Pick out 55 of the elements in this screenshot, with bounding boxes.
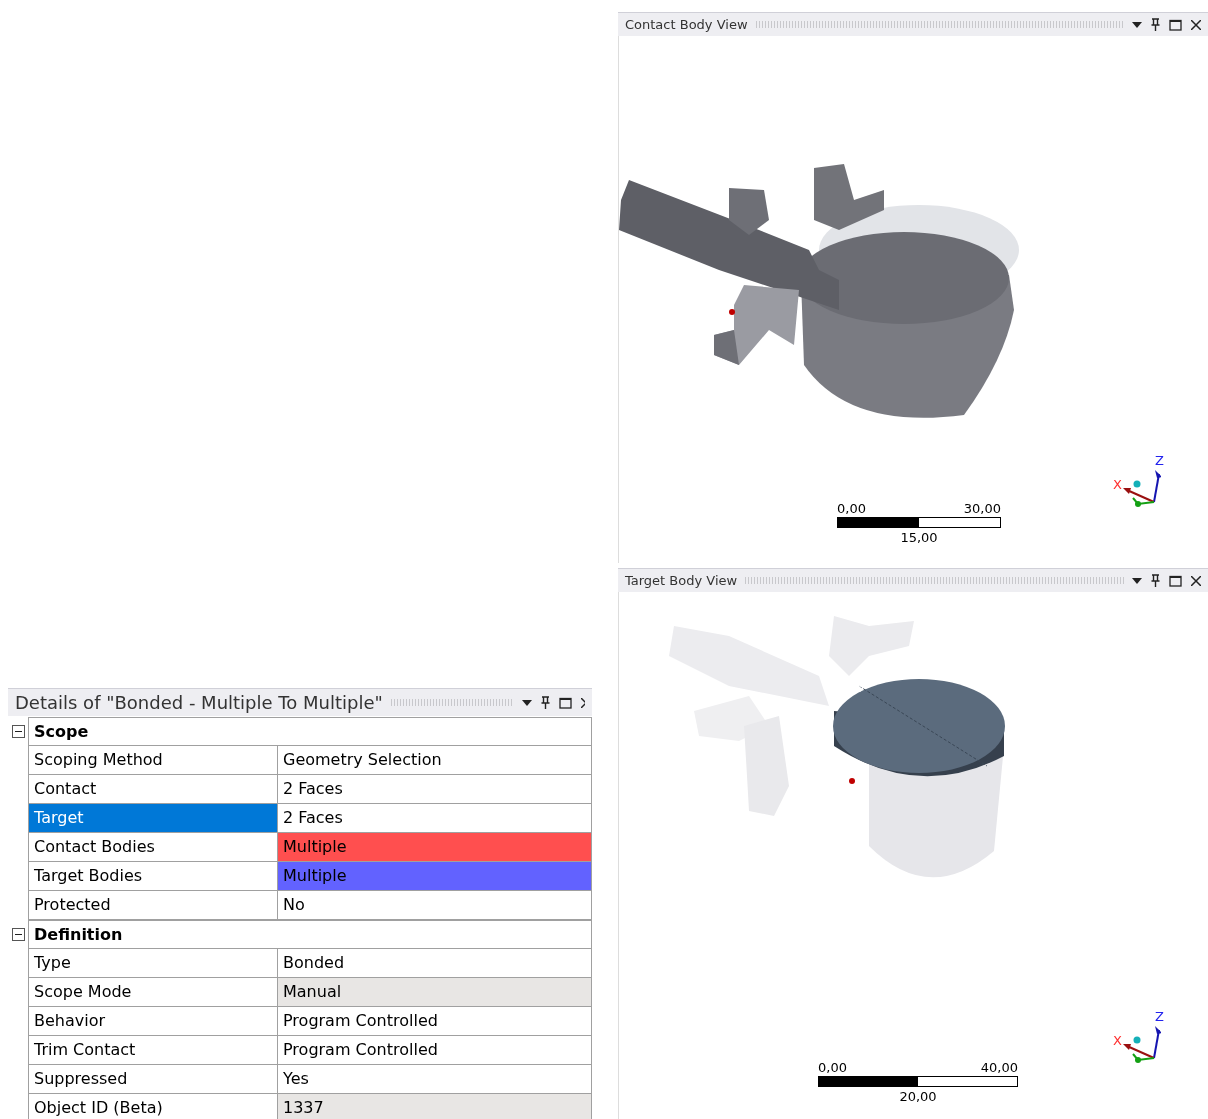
property-value[interactable]: 1337 <box>278 1094 592 1119</box>
property-value[interactable]: 2 Faces <box>278 804 592 833</box>
section-header[interactable]: Definition <box>28 920 592 949</box>
axis-label: Z <box>1155 1010 1164 1023</box>
panel-title: Details of "Bonded - Multiple To Multiple" <box>15 691 383 715</box>
property-value[interactable]: Yes <box>278 1065 592 1094</box>
dropdown-icon[interactable] <box>1132 577 1142 584</box>
collapse-toggle[interactable] <box>11 928 25 941</box>
close-icon[interactable] <box>1191 575 1201 586</box>
property-value[interactable]: Program Controlled <box>278 1007 592 1036</box>
property-name[interactable]: Scoping Method <box>28 746 278 775</box>
property-name[interactable]: Object ID (Beta) <box>28 1094 278 1119</box>
section-header[interactable]: Scope <box>28 717 592 746</box>
pin-icon[interactable] <box>1151 574 1160 587</box>
property-name[interactable]: Target <box>28 804 278 833</box>
panel-title: Contact Body View <box>625 15 748 34</box>
property-name[interactable]: Trim Contact <box>28 1036 278 1065</box>
maximize-icon[interactable] <box>1169 574 1182 587</box>
property-name[interactable]: Protected <box>28 891 278 920</box>
axis-label: X <box>1113 478 1122 491</box>
scale-label: 20,00 <box>899 1090 937 1103</box>
pin-icon[interactable] <box>1151 18 1160 31</box>
collapse-toggle[interactable] <box>11 725 25 738</box>
maximize-icon[interactable] <box>1169 18 1182 31</box>
panel-title: Target Body View <box>625 571 738 590</box>
property-value[interactable]: No <box>278 891 592 920</box>
property-name[interactable]: Target Bodies <box>28 862 278 891</box>
maximize-icon[interactable] <box>559 696 572 709</box>
property-name[interactable]: Scope Mode <box>28 978 278 1007</box>
property-name[interactable]: Suppressed <box>28 1065 278 1094</box>
axis-triad-drawing <box>1121 468 1161 508</box>
property-value[interactable]: Program Controlled <box>278 1036 592 1065</box>
property-name[interactable]: Contact Bodies <box>28 833 278 862</box>
property-name[interactable]: Behavior <box>28 1007 278 1036</box>
property-value[interactable]: Multiple <box>278 862 592 891</box>
scale-label: 15,00 <box>900 531 938 544</box>
close-icon[interactable] <box>581 697 585 708</box>
scale-label: 40,00 <box>980 1061 1018 1074</box>
scale-label: 30,00 <box>963 502 1001 515</box>
axis-label: X <box>1113 1034 1122 1047</box>
property-name[interactable]: Type <box>28 949 278 978</box>
axis-triad-drawing <box>1121 1024 1161 1064</box>
property-value[interactable]: Geometry Selection <box>278 746 592 775</box>
property-value[interactable]: Bonded <box>278 949 592 978</box>
property-name[interactable]: Contact <box>28 775 278 804</box>
property-value[interactable]: 2 Faces <box>278 775 592 804</box>
dropdown-icon[interactable] <box>522 699 532 706</box>
property-value[interactable]: Manual <box>278 978 592 1007</box>
axis-label: Z <box>1155 454 1164 467</box>
scale-label: 0,00 <box>837 502 866 515</box>
pin-icon[interactable] <box>541 696 550 709</box>
scale-label: 0,00 <box>818 1061 847 1074</box>
close-icon[interactable] <box>1191 19 1201 30</box>
property-value[interactable]: Multiple <box>278 833 592 862</box>
dropdown-icon[interactable] <box>1132 21 1142 28</box>
